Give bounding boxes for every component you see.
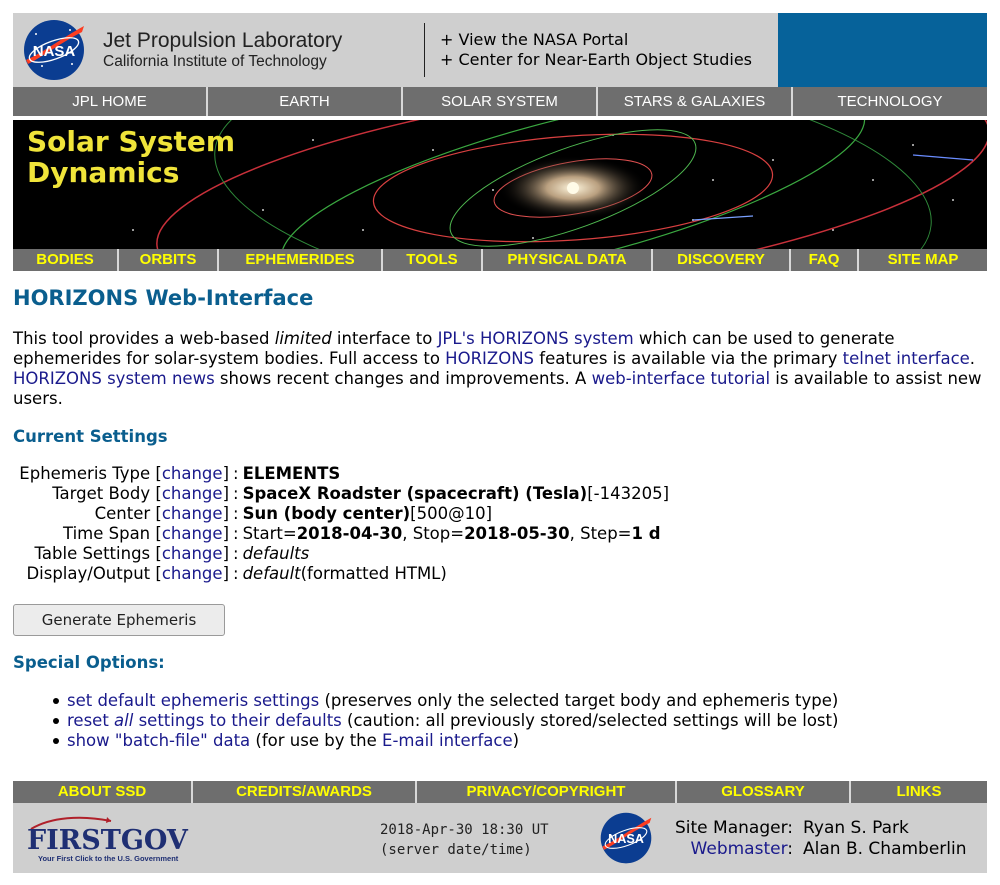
page-title: HORIZONS Web-Interface xyxy=(13,286,314,310)
server-date-value: 2018-Apr-30 18:30 UT xyxy=(380,822,549,838)
horizons-link[interactable]: HORIZONS xyxy=(445,349,534,368)
setting-value: ELEMENTS xyxy=(242,464,341,483)
setting-label: Time Span xyxy=(63,524,151,543)
neo-center-link[interactable]: + Center for Near-Earth Object Studies xyxy=(440,50,752,69)
webmaster-row: Webmaster: Alan B. Chamberlin xyxy=(690,839,967,859)
firstgov-logo[interactable]: FIRSTGOV Your First Click to the U.S. Go… xyxy=(21,813,201,865)
subnav-bodies[interactable]: BODIES xyxy=(13,249,119,271)
setting-value: default xyxy=(242,564,301,583)
site-header: NASA Jet Propulsion Laboratory Californi… xyxy=(13,13,987,87)
time-span-stop: 2018-05-30 xyxy=(464,524,570,543)
subnav-site-map[interactable]: SITE MAP xyxy=(859,249,987,271)
change-display-output-link[interactable]: change xyxy=(162,564,223,583)
footnav-glossary[interactable]: GLOSSARY xyxy=(677,781,851,803)
subnav-ephemerides[interactable]: EPHEMERIDES xyxy=(219,249,383,271)
intro-paragraph: This tool provides a web-based limited i… xyxy=(13,329,982,408)
banner-title-line2: Dynamics xyxy=(27,156,180,189)
server-date-label: (server date/time) xyxy=(380,842,532,858)
subnav-discovery[interactable]: DISCOVERY xyxy=(653,249,791,271)
setting-extra: (formatted HTML) xyxy=(300,564,447,583)
special-options-list: set default ephemeris settings (preserve… xyxy=(50,691,838,751)
setting-table-settings: Table Settings [change] : defaults xyxy=(34,544,310,563)
footnav-credits-awards[interactable]: CREDITS/AWARDS xyxy=(193,781,417,803)
horizons-news-link[interactable]: HORIZONS system news xyxy=(13,369,215,388)
svg-text:NASA: NASA xyxy=(33,43,76,60)
ssd-nav: BODIES ORBITS EPHEMERIDES TOOLS PHYSICAL… xyxy=(13,249,987,271)
header-divider xyxy=(424,23,425,77)
change-ephemeris-type-link[interactable]: change xyxy=(162,464,223,483)
change-center-link[interactable]: change xyxy=(162,504,223,523)
setting-center: Center [change] : Sun (body center) [500… xyxy=(94,504,493,523)
topnav-technology[interactable]: TECHNOLOGY xyxy=(793,87,987,116)
header-blue-panel xyxy=(778,13,987,87)
topnav-stars-galaxies[interactable]: STARS & GALAXIES xyxy=(598,87,793,116)
lab-subtitle[interactable]: California Institute of Technology xyxy=(103,53,327,71)
footer-credits: Site Manager: Ryan S. Park Webmaster: Al… xyxy=(663,818,967,860)
change-table-settings-link[interactable]: change xyxy=(162,544,223,563)
nasa-logo[interactable]: NASA xyxy=(22,18,86,82)
footnav-privacy-copyright[interactable]: PRIVACY/COPYRIGHT xyxy=(417,781,677,803)
reset-settings-link[interactable]: reset all settings to their defaults xyxy=(67,711,342,730)
time-span-step: 1 d xyxy=(631,524,661,543)
topnav-earth[interactable]: EARTH xyxy=(208,87,403,116)
setting-label: Center xyxy=(94,504,151,523)
subnav-faq[interactable]: FAQ xyxy=(791,249,859,271)
webmaster-name: Alan B. Chamberlin xyxy=(803,839,967,859)
special-options-heading: Special Options: xyxy=(13,653,165,672)
page: NASA Jet Propulsion Laboratory Californi… xyxy=(0,0,1000,885)
settings-table: Ephemeris Type [change] : ELEMENTS Targe… xyxy=(13,464,669,584)
svg-text:FIRSTGOV: FIRSTGOV xyxy=(27,825,189,856)
current-settings-heading: Current Settings xyxy=(13,427,168,446)
telnet-interface-link[interactable]: telnet interface xyxy=(843,349,970,368)
site-manager-name: Ryan S. Park xyxy=(803,818,909,838)
nasa-portal-link[interactable]: + View the NASA Portal xyxy=(440,30,628,49)
setting-label: Ephemeris Type xyxy=(19,464,151,483)
list-item: set default ephemeris settings (preserve… xyxy=(50,691,838,711)
lab-title[interactable]: Jet Propulsion Laboratory xyxy=(103,29,342,52)
setting-target-body: Target Body [change] : SpaceX Roadster (… xyxy=(52,484,670,503)
top-nav: JPL HOME EARTH SOLAR SYSTEM STARS & GALA… xyxy=(13,87,987,116)
svg-text:Your First Click to the U.S. G: Your First Click to the U.S. Government xyxy=(38,854,179,863)
setting-label: Display/Output xyxy=(26,564,151,583)
subnav-orbits[interactable]: ORBITS xyxy=(119,249,219,271)
subnav-physical-data[interactable]: PHYSICAL DATA xyxy=(483,249,653,271)
list-item: show "batch-file" data (for use by the E… xyxy=(50,731,838,751)
batch-file-data-link[interactable]: show "batch-file" data xyxy=(67,731,250,750)
setting-time-span: Time Span [change] : Start= 2018-04-30, S… xyxy=(63,524,661,543)
setting-label: Target Body xyxy=(52,484,151,503)
email-interface-link[interactable]: E-mail interface xyxy=(382,731,513,750)
setting-value: defaults xyxy=(242,544,310,563)
webmaster-link[interactable]: Webmaster xyxy=(691,839,788,859)
jpl-horizons-link[interactable]: JPL's HORIZONS system xyxy=(438,329,634,348)
setting-extra: [-143205] xyxy=(587,484,670,503)
footnav-links[interactable]: LINKS xyxy=(851,781,987,803)
footer-nav: ABOUT SSD CREDITS/AWARDS PRIVACY/COPYRIG… xyxy=(13,781,987,803)
setting-value: Sun (body center) xyxy=(242,504,411,523)
banner-title[interactable]: Solar System Dynamics xyxy=(27,126,287,188)
setting-extra: [500@10] xyxy=(410,504,493,523)
nasa-logo[interactable]: NASA xyxy=(597,811,655,865)
tutorial-link[interactable]: web-interface tutorial xyxy=(592,369,770,388)
change-time-span-link[interactable]: change xyxy=(162,524,223,543)
footnav-about-ssd[interactable]: ABOUT SSD xyxy=(13,781,193,803)
banner-title-line1: Solar System xyxy=(27,125,236,158)
setting-ephemeris-type: Ephemeris Type [change] : ELEMENTS xyxy=(19,464,341,483)
site-manager-row: Site Manager: Ryan S. Park xyxy=(663,818,967,839)
change-target-body-link[interactable]: change xyxy=(162,484,223,503)
subnav-tools[interactable]: TOOLS xyxy=(383,249,483,271)
site-footer: FIRSTGOV Your First Click to the U.S. Go… xyxy=(13,803,987,873)
ssd-banner: Solar System Dynamics xyxy=(13,120,987,249)
topnav-jpl-home[interactable]: JPL HOME xyxy=(13,87,208,116)
svg-text:NASA: NASA xyxy=(608,832,644,846)
site-manager-label: Site Manager: xyxy=(675,818,793,838)
server-date: 2018-Apr-30 18:30 UT (server date/time) xyxy=(380,820,549,860)
set-default-settings-link[interactable]: set default ephemeris settings xyxy=(67,691,319,710)
setting-display-output: Display/Output [change] : default (forma… xyxy=(26,564,447,583)
time-span-start: 2018-04-30 xyxy=(296,524,403,543)
topnav-solar-system[interactable]: SOLAR SYSTEM xyxy=(403,87,598,116)
setting-label: Table Settings xyxy=(34,544,151,563)
generate-ephemeris-button[interactable]: Generate Ephemeris xyxy=(13,604,225,636)
setting-value: SpaceX Roadster (spacecraft) (Tesla) xyxy=(242,484,588,503)
list-item: reset all settings to their defaults (ca… xyxy=(50,711,838,731)
